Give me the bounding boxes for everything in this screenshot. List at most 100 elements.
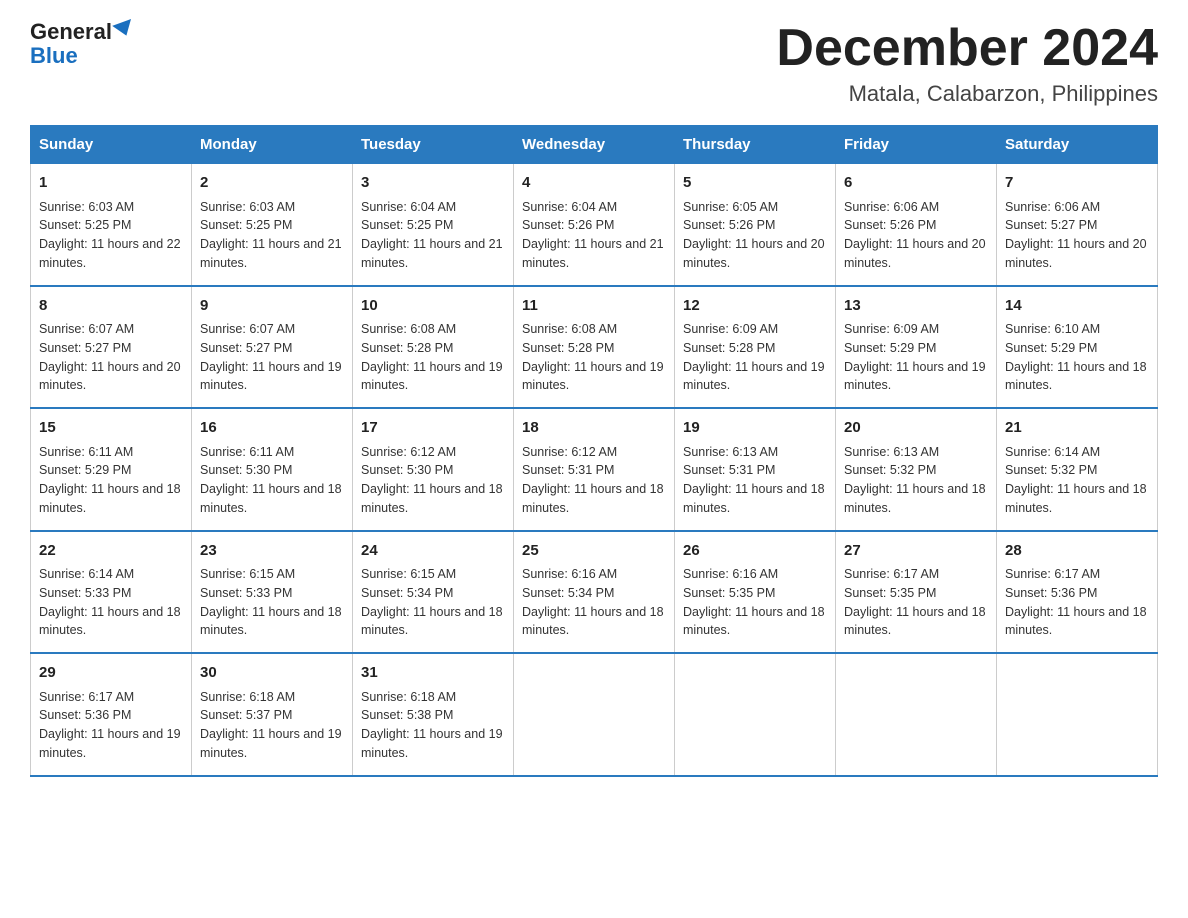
day-number: 6 — [844, 172, 988, 195]
calendar-day-cell: 22Sunrise: 6:14 AMSunset: 5:33 PMDayligh… — [31, 531, 192, 654]
day-info: Sunrise: 6:08 AMSunset: 5:28 PMDaylight:… — [361, 320, 505, 395]
header-sunday: Sunday — [31, 126, 192, 164]
calendar-day-cell: 13Sunrise: 6:09 AMSunset: 5:29 PMDayligh… — [836, 286, 997, 409]
day-number: 5 — [683, 172, 827, 195]
logo-general: General — [30, 20, 112, 44]
day-number: 1 — [39, 172, 183, 195]
calendar-empty-cell — [836, 653, 997, 776]
day-info: Sunrise: 6:16 AMSunset: 5:35 PMDaylight:… — [683, 565, 827, 640]
calendar-empty-cell — [514, 653, 675, 776]
calendar-day-cell: 4 Sunrise: 6:04 AMSunset: 5:26 PMDaylight… — [514, 164, 675, 286]
day-info: Sunrise: 6:10 AMSunset: 5:29 PMDaylight:… — [1005, 320, 1149, 395]
title-block: December 2024 Matala, Calabarzon, Philip… — [776, 20, 1158, 107]
calendar-week-row: 8Sunrise: 6:07 AMSunset: 5:27 PMDaylight… — [31, 286, 1158, 409]
day-number: 4 — [522, 172, 666, 195]
day-info: Sunrise: 6:14 AMSunset: 5:32 PMDaylight:… — [1005, 443, 1149, 518]
day-number: 31 — [361, 662, 505, 685]
day-number: 22 — [39, 540, 183, 563]
day-number: 3 — [361, 172, 505, 195]
month-title: December 2024 — [776, 20, 1158, 77]
day-info: Sunrise: 6:18 AMSunset: 5:38 PMDaylight:… — [361, 688, 505, 763]
day-info: Sunrise: 6:18 AMSunset: 5:37 PMDaylight:… — [200, 688, 344, 763]
day-number: 28 — [1005, 540, 1149, 563]
day-number: 27 — [844, 540, 988, 563]
day-number: 14 — [1005, 295, 1149, 318]
day-number: 29 — [39, 662, 183, 685]
calendar-day-cell: 6 Sunrise: 6:06 AMSunset: 5:26 PMDaylight… — [836, 164, 997, 286]
calendar-day-cell: 11Sunrise: 6:08 AMSunset: 5:28 PMDayligh… — [514, 286, 675, 409]
day-number: 26 — [683, 540, 827, 563]
day-number: 9 — [200, 295, 344, 318]
day-info: Sunrise: 6:03 AMSunset: 5:25 PMDaylight:… — [39, 198, 183, 273]
day-number: 25 — [522, 540, 666, 563]
day-info: Sunrise: 6:06 AMSunset: 5:26 PMDaylight:… — [844, 198, 988, 273]
calendar-day-cell: 8Sunrise: 6:07 AMSunset: 5:27 PMDaylight… — [31, 286, 192, 409]
calendar-day-cell: 10Sunrise: 6:08 AMSunset: 5:28 PMDayligh… — [353, 286, 514, 409]
calendar-day-cell: 1 Sunrise: 6:03 AMSunset: 5:25 PMDaylight… — [31, 164, 192, 286]
calendar-day-cell: 2 Sunrise: 6:03 AMSunset: 5:25 PMDaylight… — [192, 164, 353, 286]
day-info: Sunrise: 6:12 AMSunset: 5:31 PMDaylight:… — [522, 443, 666, 518]
calendar-day-cell: 27Sunrise: 6:17 AMSunset: 5:35 PMDayligh… — [836, 531, 997, 654]
day-info: Sunrise: 6:03 AMSunset: 5:25 PMDaylight:… — [200, 198, 344, 273]
day-number: 23 — [200, 540, 344, 563]
header-saturday: Saturday — [997, 126, 1158, 164]
calendar-day-cell: 26Sunrise: 6:16 AMSunset: 5:35 PMDayligh… — [675, 531, 836, 654]
day-info: Sunrise: 6:04 AMSunset: 5:25 PMDaylight:… — [361, 198, 505, 273]
header-friday: Friday — [836, 126, 997, 164]
day-number: 30 — [200, 662, 344, 685]
day-info: Sunrise: 6:09 AMSunset: 5:29 PMDaylight:… — [844, 320, 988, 395]
calendar-day-cell: 24Sunrise: 6:15 AMSunset: 5:34 PMDayligh… — [353, 531, 514, 654]
logo-blue: Blue — [30, 44, 78, 68]
calendar-day-cell: 17 Sunrise: 6:12 AMSunset: 5:30 PMDayligh… — [353, 408, 514, 531]
header-thursday: Thursday — [675, 126, 836, 164]
day-number: 16 — [200, 417, 344, 440]
day-info: Sunrise: 6:07 AMSunset: 5:27 PMDaylight:… — [39, 320, 183, 395]
calendar-header-row: SundayMondayTuesdayWednesdayThursdayFrid… — [31, 126, 1158, 164]
day-number: 18 — [522, 417, 666, 440]
day-number: 2 — [200, 172, 344, 195]
day-info: Sunrise: 6:16 AMSunset: 5:34 PMDaylight:… — [522, 565, 666, 640]
day-info: Sunrise: 6:12 AMSunset: 5:30 PMDaylight:… — [361, 443, 505, 518]
calendar-day-cell: 7 Sunrise: 6:06 AMSunset: 5:27 PMDaylight… — [997, 164, 1158, 286]
day-number: 7 — [1005, 172, 1149, 195]
day-info: Sunrise: 6:09 AMSunset: 5:28 PMDaylight:… — [683, 320, 827, 395]
day-number: 19 — [683, 417, 827, 440]
calendar-day-cell: 29Sunrise: 6:17 AMSunset: 5:36 PMDayligh… — [31, 653, 192, 776]
day-info: Sunrise: 6:14 AMSunset: 5:33 PMDaylight:… — [39, 565, 183, 640]
day-number: 17 — [361, 417, 505, 440]
page-header: General Blue December 2024 Matala, Calab… — [30, 20, 1158, 107]
day-info: Sunrise: 6:07 AMSunset: 5:27 PMDaylight:… — [200, 320, 344, 395]
header-wednesday: Wednesday — [514, 126, 675, 164]
header-monday: Monday — [192, 126, 353, 164]
calendar-day-cell: 31 Sunrise: 6:18 AMSunset: 5:38 PMDayligh… — [353, 653, 514, 776]
day-number: 12 — [683, 295, 827, 318]
day-info: Sunrise: 6:11 AMSunset: 5:29 PMDaylight:… — [39, 443, 183, 518]
calendar-day-cell: 23Sunrise: 6:15 AMSunset: 5:33 PMDayligh… — [192, 531, 353, 654]
calendar-empty-cell — [997, 653, 1158, 776]
day-info: Sunrise: 6:05 AMSunset: 5:26 PMDaylight:… — [683, 198, 827, 273]
day-info: Sunrise: 6:06 AMSunset: 5:27 PMDaylight:… — [1005, 198, 1149, 273]
calendar-day-cell: 5 Sunrise: 6:05 AMSunset: 5:26 PMDaylight… — [675, 164, 836, 286]
calendar-day-cell: 9Sunrise: 6:07 AMSunset: 5:27 PMDaylight… — [192, 286, 353, 409]
day-number: 24 — [361, 540, 505, 563]
day-info: Sunrise: 6:04 AMSunset: 5:26 PMDaylight:… — [522, 198, 666, 273]
calendar-day-cell: 19Sunrise: 6:13 AMSunset: 5:31 PMDayligh… — [675, 408, 836, 531]
day-number: 20 — [844, 417, 988, 440]
calendar-day-cell: 25Sunrise: 6:16 AMSunset: 5:34 PMDayligh… — [514, 531, 675, 654]
day-info: Sunrise: 6:17 AMSunset: 5:36 PMDaylight:… — [1005, 565, 1149, 640]
day-number: 11 — [522, 295, 666, 318]
location-title: Matala, Calabarzon, Philippines — [776, 81, 1158, 107]
header-tuesday: Tuesday — [353, 126, 514, 164]
calendar-empty-cell — [675, 653, 836, 776]
day-info: Sunrise: 6:17 AMSunset: 5:35 PMDaylight:… — [844, 565, 988, 640]
day-number: 10 — [361, 295, 505, 318]
calendar-day-cell: 15Sunrise: 6:11 AMSunset: 5:29 PMDayligh… — [31, 408, 192, 531]
calendar-week-row: 22Sunrise: 6:14 AMSunset: 5:33 PMDayligh… — [31, 531, 1158, 654]
day-info: Sunrise: 6:11 AMSunset: 5:30 PMDaylight:… — [200, 443, 344, 518]
calendar-day-cell: 20Sunrise: 6:13 AMSunset: 5:32 PMDayligh… — [836, 408, 997, 531]
calendar-day-cell: 18 Sunrise: 6:12 AMSunset: 5:31 PMDayligh… — [514, 408, 675, 531]
calendar-week-row: 15Sunrise: 6:11 AMSunset: 5:29 PMDayligh… — [31, 408, 1158, 531]
logo-triangle-icon — [112, 19, 136, 39]
calendar-table: SundayMondayTuesdayWednesdayThursdayFrid… — [30, 125, 1158, 777]
day-info: Sunrise: 6:15 AMSunset: 5:33 PMDaylight:… — [200, 565, 344, 640]
